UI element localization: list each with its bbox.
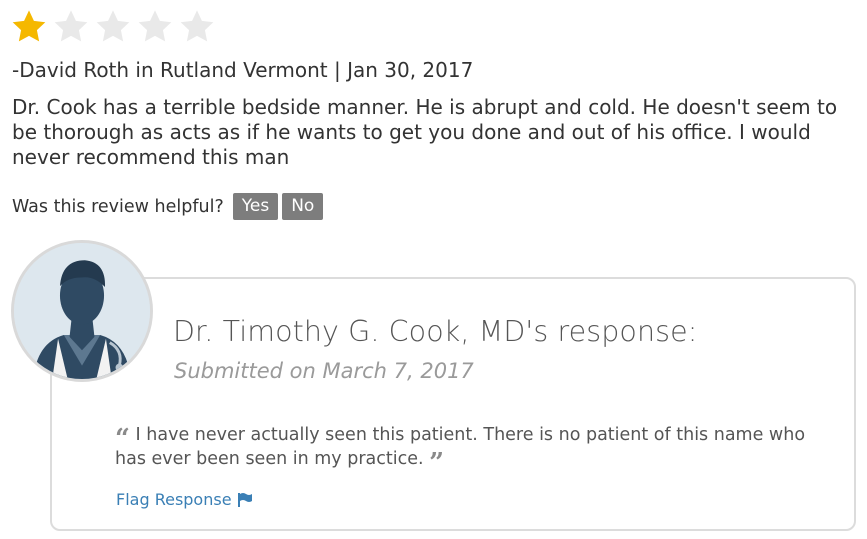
review-byline: -David Roth in Rutland Vermont | Jan 30,… [12,58,474,82]
star-empty-icon [138,10,172,42]
star-filled-icon [12,10,46,42]
flag-response-link[interactable]: Flag Response [116,490,253,509]
star-empty-icon [96,10,130,42]
response-text: I have never actually seen this patient.… [115,425,806,469]
star-empty-icon [180,10,214,42]
helpful-prompt: Was this review helpful? Yes No [12,193,327,220]
star-rating [10,8,216,46]
response-title: Dr. Timothy G. Cook, MD's response: [173,315,698,348]
star-empty-icon [54,10,88,42]
helpful-question: Was this review helpful? [12,196,224,217]
flag-icon [237,492,252,507]
review-text: Dr. Cook has a terrible bedside manner. … [12,95,838,169]
close-quote-icon: ” [429,448,445,478]
response-quote: “ I have never actually seen this patien… [115,423,835,476]
helpful-yes-button[interactable]: Yes [232,193,279,220]
doctor-avatar-icon [11,240,153,382]
flag-response-label: Flag Response [116,490,232,509]
helpful-no-button[interactable]: No [282,193,324,220]
response-submitted-date: Submitted on March 7, 2017 [174,359,474,383]
